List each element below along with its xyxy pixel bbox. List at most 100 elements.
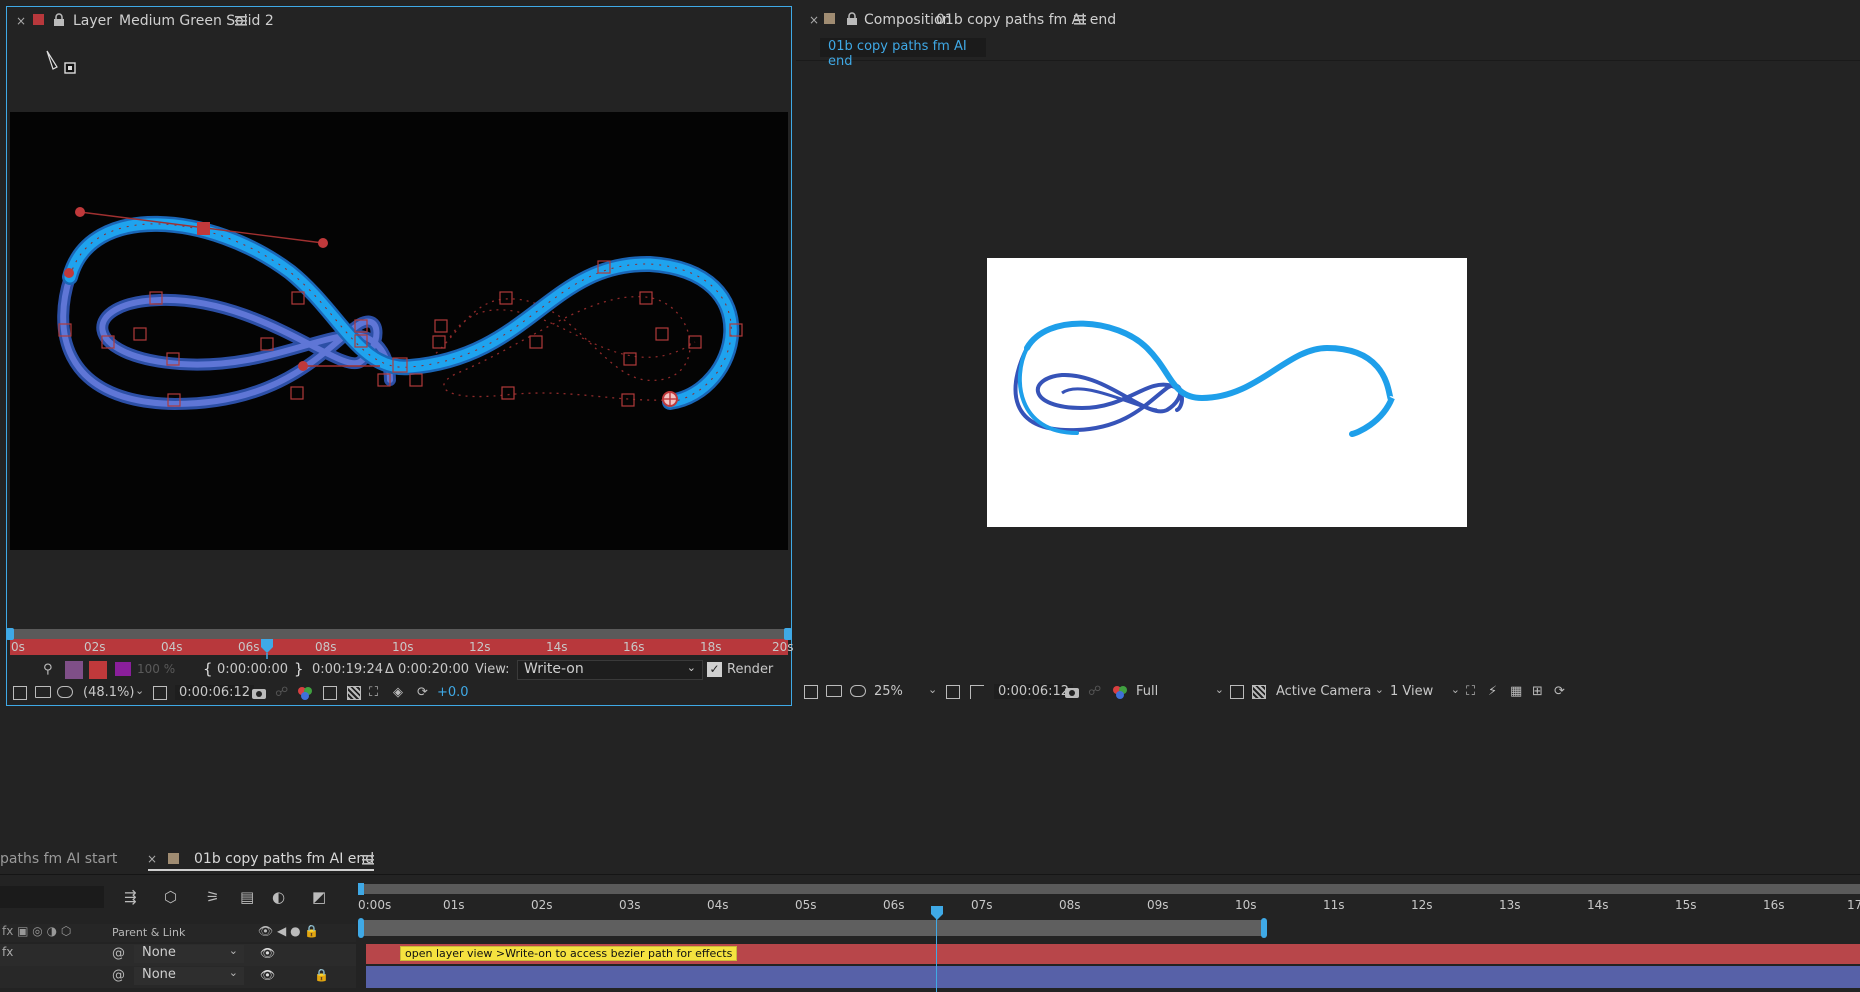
camera-snapshot-icon[interactable]	[251, 686, 267, 700]
zoom-dropdown[interactable]: (48.1%)	[83, 685, 134, 700]
3d-view-icon[interactable]: ⛶	[369, 685, 378, 700]
set-in-point-icon[interactable]: {	[203, 660, 213, 678]
channels-icon[interactable]	[1112, 685, 1128, 699]
switches-icons: fx ▣ ◎ ◑ ⬡	[2, 924, 72, 938]
layer-row[interactable]: fx @ None ⌄ 👁	[0, 944, 356, 966]
panel-menu-icon[interactable]	[362, 855, 374, 865]
visibility-eye-icon[interactable]: 👁	[260, 946, 275, 960]
comp-tab-name[interactable]: 01b copy paths fm AI end	[936, 12, 1116, 28]
timeline-tab-active[interactable]: 01b copy paths fm AI end	[194, 851, 374, 867]
close-icon[interactable]: ×	[809, 13, 819, 27]
transparency-grid-icon[interactable]	[1252, 685, 1266, 699]
work-area-start[interactable]	[358, 918, 364, 938]
visibility-eye-icon[interactable]: 👁	[260, 968, 275, 982]
layer-row[interactable]: @ None ⌄ 👁 🔒	[0, 966, 356, 988]
monitor-icon[interactable]	[826, 685, 842, 697]
comp-mini-flowchart-icon[interactable]: ⇶	[124, 888, 137, 906]
current-time[interactable]: 0:00:06:12	[175, 685, 255, 700]
flowchart-icon[interactable]: ⊞	[1532, 684, 1543, 699]
title-safe-icon[interactable]	[970, 685, 984, 699]
label-color-swatch[interactable]	[168, 853, 179, 864]
layer-duration-bar[interactable]: open layer view >Write-on to access bezi…	[366, 944, 1860, 964]
panel-menu-icon[interactable]	[235, 16, 247, 26]
toggle-pixel-aspect-icon[interactable]: ⛶	[1466, 684, 1475, 699]
label-color-swatch[interactable]	[824, 13, 835, 24]
layer-duration-bar[interactable]	[366, 966, 1860, 988]
frame-blending-icon[interactable]: ▤	[240, 888, 254, 906]
exposure-icon[interactable]: ⟳	[417, 685, 428, 700]
work-area-bar[interactable]	[360, 920, 1264, 936]
fit-icon[interactable]	[153, 686, 167, 700]
fx-switch-icon[interactable]: fx	[2, 945, 13, 959]
motion-blur-icon[interactable]: ◐	[272, 888, 285, 906]
timeline-ruler[interactable]: 0:00s 01s 02s 03s 04s 05s 06s 07s 08s 09…	[358, 883, 1860, 938]
region-of-interest-icon[interactable]	[323, 686, 337, 700]
timeline-ruler-tick: 10s	[1235, 898, 1257, 912]
fit-icon[interactable]	[946, 685, 960, 699]
views-dropdown[interactable]: 1 View ⌄	[1390, 683, 1460, 702]
parent-dropdown[interactable]: None ⌄	[134, 944, 244, 963]
set-out-point-icon[interactable]: }	[294, 660, 304, 678]
render-checkbox[interactable]: ✓	[707, 662, 722, 677]
comp-zoom-dropdown[interactable]: 25%	[874, 684, 903, 699]
fast-previews-icon[interactable]: ⚡	[1488, 684, 1497, 699]
show-snapshot-icon[interactable]: ☍	[275, 685, 288, 700]
color-swatch[interactable]	[115, 662, 131, 676]
layer-marker-comment[interactable]: open layer view >Write-on to access bezi…	[400, 946, 738, 961]
work-area-end-handle[interactable]	[784, 628, 792, 640]
shy-layers-icon[interactable]: ⚞	[206, 888, 219, 906]
mask-icon[interactable]	[57, 686, 73, 698]
onion-skin-icon[interactable]	[65, 661, 83, 679]
layer-tab-name[interactable]: Medium Green Solid 2	[119, 13, 274, 29]
graph-editor-icon[interactable]: ◩	[312, 888, 326, 906]
reset-exposure-icon[interactable]: ⟳	[1554, 684, 1565, 699]
camera-snapshot-icon[interactable]	[1064, 685, 1080, 699]
pen-tool-cursor-icon	[46, 50, 76, 74]
monitor-icon[interactable]	[35, 686, 51, 698]
work-area-start-handle[interactable]	[6, 628, 14, 640]
reset-exposure-icon[interactable]: ◈	[393, 685, 403, 700]
timeline-ruler-tick: 08s	[1059, 898, 1081, 912]
close-icon[interactable]: ×	[147, 852, 157, 866]
pickwhip-icon[interactable]: @	[112, 946, 125, 961]
channels-icon[interactable]	[297, 686, 313, 700]
work-area-end[interactable]	[1261, 918, 1267, 938]
timeline-playhead[interactable]	[930, 906, 944, 922]
in-point-time[interactable]: 0:00:00:00	[217, 662, 288, 677]
chevron-down-icon: ⌄	[228, 966, 238, 979]
comp-current-time[interactable]: 0:00:06:12	[994, 684, 1074, 699]
view-dropdown[interactable]: Write-on ⌄	[517, 660, 703, 680]
region-of-interest-icon[interactable]	[1230, 685, 1244, 699]
camera-dropdown[interactable]: Active Camera ⌄	[1276, 683, 1384, 702]
timecode-search-input[interactable]	[0, 886, 104, 908]
layer-playhead[interactable]	[260, 639, 274, 659]
layer-time-ruler[interactable]: 0s 02s 04s 06s 08s 10s 12s 14s 16s 18s 2…	[6, 628, 794, 659]
exposure-value[interactable]: +0.0	[437, 685, 469, 700]
parent-dropdown[interactable]: None ⌄	[134, 966, 244, 985]
show-snapshot-icon[interactable]: ☍	[1088, 684, 1101, 699]
duration-readout: Δ 0:00:20:00	[385, 662, 470, 677]
comp-viewer-canvas[interactable]	[987, 258, 1467, 527]
onion-skin-red-icon[interactable]	[89, 661, 107, 679]
timeline-tab[interactable]: paths fm AI start	[0, 851, 117, 867]
layer-viewer[interactable]	[10, 112, 788, 550]
out-point-time[interactable]: 0:00:19:24	[312, 662, 383, 677]
lock-icon[interactable]	[53, 13, 65, 27]
always-preview-icon[interactable]	[13, 686, 27, 700]
draft-3d-icon[interactable]: ⬡	[164, 888, 177, 906]
transparency-grid-icon[interactable]	[347, 686, 361, 700]
mask-icon[interactable]	[850, 685, 866, 697]
timeline-icon[interactable]: ▦	[1510, 684, 1522, 699]
lock-icon[interactable]	[846, 12, 858, 26]
motion-path-icon[interactable]: ⚲	[43, 662, 59, 678]
active-tab-underline	[148, 869, 374, 871]
panel-menu-icon[interactable]	[1074, 15, 1086, 25]
lock-icon[interactable]: 🔒	[314, 968, 329, 982]
work-area-start-handle[interactable]	[358, 883, 364, 895]
pickwhip-icon[interactable]: @	[112, 968, 125, 983]
resolution-dropdown[interactable]: Full ⌄	[1136, 683, 1224, 702]
always-preview-icon[interactable]	[804, 685, 818, 699]
label-color-swatch[interactable]	[33, 14, 44, 25]
comp-breadcrumb[interactable]: 01b copy paths fm AI end	[820, 38, 986, 69]
close-icon[interactable]: ×	[16, 14, 26, 28]
